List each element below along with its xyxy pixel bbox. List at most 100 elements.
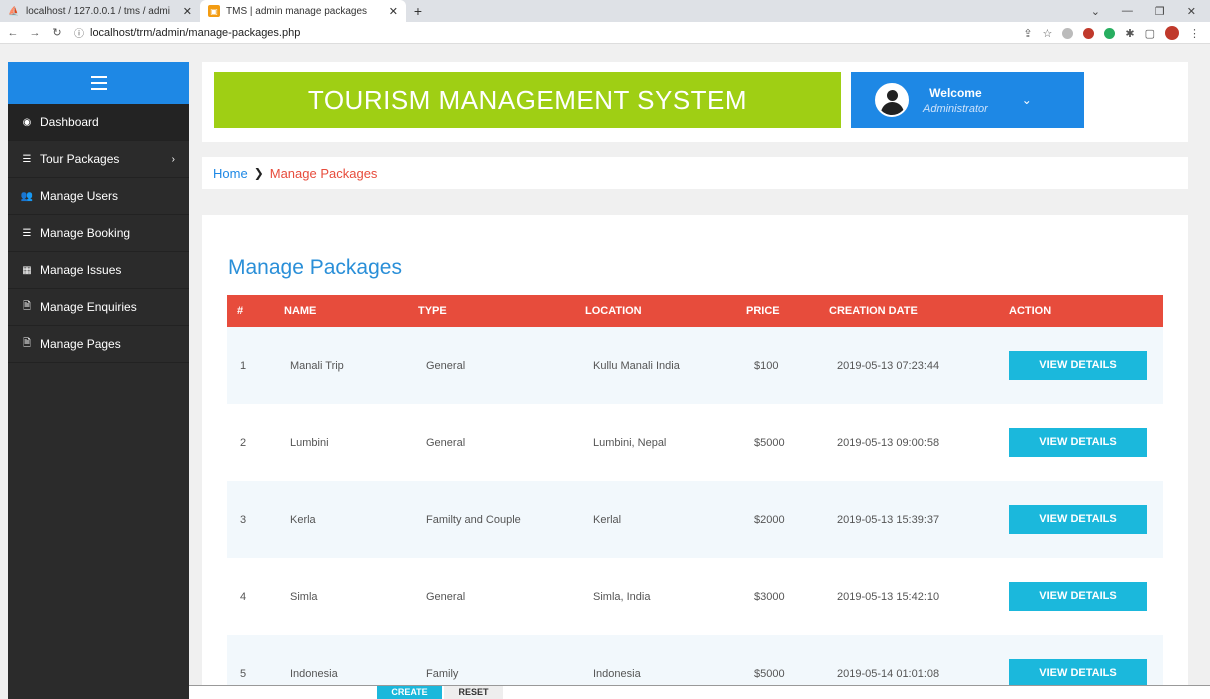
sidebar-item-dashboard[interactable]: ◉ Dashboard — [8, 104, 189, 141]
column-header-location: LOCATION — [585, 305, 642, 317]
cell-id: 4 — [240, 590, 247, 603]
cell-creation-date: 2019-05-13 09:00:58 — [837, 436, 940, 449]
extension-shield-icon[interactable] — [1062, 27, 1074, 39]
page-edge — [0, 685, 8, 699]
sidebar-item-manage-booking[interactable]: ☰ Manage Booking — [8, 215, 189, 252]
cell-type: General — [426, 436, 466, 449]
close-icon[interactable]: ✕ — [183, 5, 192, 18]
cell-location: Kerlal — [593, 513, 622, 526]
browser-tab-tms[interactable]: ▣ TMS | admin manage packages ✕ — [200, 0, 406, 22]
cell-creation-date: 2019-05-13 15:39:37 — [837, 513, 940, 526]
create-button[interactable]: CREATE — [377, 686, 442, 699]
star-icon[interactable]: ☆ — [1043, 27, 1053, 40]
table-icon: ▦ — [22, 264, 32, 276]
browser-tab-bar: ⛵ localhost / 127.0.0.1 / tms / admi ✕ ▣… — [0, 0, 1210, 22]
chevron-down-icon[interactable]: ⌄ — [1022, 93, 1032, 107]
extension-globe-icon[interactable] — [1104, 27, 1116, 39]
dashboard-icon: ◉ — [22, 116, 32, 128]
cell-name: Manali Trip — [290, 359, 344, 372]
user-menu[interactable]: Welcome Administrator ⌄ — [851, 72, 1084, 128]
sidebar-item-manage-pages[interactable]: 🗎 Manage Pages — [8, 326, 189, 363]
table-row: 3 Kerla Familty and Couple Kerlal $2000 … — [227, 481, 1163, 558]
view-details-button[interactable]: VIEW DETAILS — [1009, 582, 1147, 611]
cell-type: General — [426, 590, 466, 603]
puzzle-icon[interactable]: ✱ — [1125, 27, 1134, 40]
sidebar-item-manage-users[interactable]: 👥 Manage Users — [8, 178, 189, 215]
share-icon[interactable]: ⇪ — [1023, 27, 1032, 40]
cell-location: Kullu Manali India — [593, 359, 680, 372]
packages-table: # NAME TYPE LOCATION PRICE CREATION DATE… — [227, 295, 1163, 699]
file-icon: 🗎 — [22, 337, 32, 349]
tab-label: TMS | admin manage packages — [226, 5, 368, 17]
close-icon[interactable]: ✕ — [389, 5, 398, 18]
view-details-button[interactable]: VIEW DETAILS — [1009, 428, 1147, 457]
file-icon: 🗎 — [22, 300, 32, 312]
sidebar-item-manage-issues[interactable]: ▦ Manage Issues — [8, 252, 189, 289]
cell-creation-date: 2019-05-13 15:42:10 — [837, 590, 940, 603]
column-header-creation-date: CREATION DATE — [829, 305, 918, 317]
ublock-icon[interactable] — [1083, 27, 1095, 39]
url-text: localhost/trm/admin/manage-packages.php — [90, 26, 301, 39]
forward-icon[interactable]: → — [26, 27, 44, 39]
sidebar-item-label: Manage Pages — [40, 337, 121, 351]
sidebar-item-label: Manage Enquiries — [40, 300, 137, 314]
avatar-icon — [875, 83, 909, 117]
cell-price: $3000 — [754, 590, 785, 603]
cell-price: $100 — [754, 359, 779, 372]
welcome-text: Welcome — [929, 85, 982, 100]
sidepanel-icon[interactable]: ▢ — [1145, 27, 1155, 40]
cell-type: Familty and Couple — [426, 513, 521, 526]
new-tab-button[interactable]: + — [406, 0, 430, 22]
cell-location: Simla, India — [593, 590, 651, 603]
sidebar-toggle-button[interactable] — [8, 62, 189, 104]
address-bar: ← → ↻ ⓘ localhost/trm/admin/manage-packa… — [0, 22, 1210, 44]
breadcrumb-home-link[interactable]: Home — [213, 166, 248, 181]
main-content: Manage Packages # NAME TYPE LOCATION PRI… — [202, 215, 1188, 699]
chevron-right-icon: ❯ — [253, 166, 264, 180]
view-details-button[interactable]: VIEW DETAILS — [1009, 351, 1147, 380]
list-icon: ☰ — [22, 227, 32, 239]
close-window-icon[interactable]: ✕ — [1187, 5, 1196, 18]
sidebar-item-label: Manage Users — [40, 189, 119, 203]
cell-name: Simla — [290, 590, 318, 603]
cell-price: $2000 — [754, 513, 785, 526]
cell-type: General — [426, 359, 466, 372]
table-row: 2 Lumbini General Lumbini, Nepal $5000 2… — [227, 404, 1163, 481]
cell-location: Lumbini, Nepal — [593, 436, 667, 449]
sidebar-item-manage-enquiries[interactable]: 🗎 Manage Enquiries — [8, 289, 189, 326]
reset-button[interactable]: RESET — [444, 686, 503, 699]
cell-id: 2 — [240, 436, 247, 449]
cell-price: $5000 — [754, 436, 785, 449]
user-greeting: Welcome Administrator — [923, 86, 988, 115]
phpmyadmin-icon: ⛵ — [8, 5, 20, 16]
profile-avatar-icon[interactable] — [1165, 26, 1179, 40]
chevron-right-icon: › — [171, 153, 175, 165]
menu-kebab-icon[interactable]: ⋮ — [1189, 27, 1200, 40]
users-icon: 👥 — [20, 190, 34, 202]
table-row: 1 Manali Trip General Kullu Manali India… — [227, 327, 1163, 404]
sidebar-item-tour-packages[interactable]: ☰ Tour Packages › — [8, 141, 189, 178]
tab-search-icon[interactable]: ⌄ — [1091, 5, 1100, 18]
sidebar-item-label: Manage Issues — [40, 263, 122, 277]
info-icon[interactable]: ⓘ — [74, 25, 84, 40]
site-title-banner: TOURISM MANAGEMENT SYSTEM — [214, 72, 841, 128]
cell-name: Kerla — [290, 513, 316, 526]
header: TOURISM MANAGEMENT SYSTEM Welcome Admini… — [202, 62, 1188, 142]
cell-creation-date: 2019-05-13 07:23:44 — [837, 359, 940, 372]
breadcrumb-current: Manage Packages — [269, 165, 378, 181]
hamburger-icon — [90, 76, 107, 90]
view-details-button[interactable]: VIEW DETAILS — [1009, 659, 1147, 688]
table-header-row: # NAME TYPE LOCATION PRICE CREATION DATE… — [227, 295, 1163, 327]
window-controls: ⌄ — ❐ ✕ — [1091, 0, 1210, 22]
browser-tab-phpmyadmin[interactable]: ⛵ localhost / 127.0.0.1 / tms / admi ✕ — [0, 0, 200, 22]
view-details-button[interactable]: VIEW DETAILS — [1009, 505, 1147, 534]
url-field[interactable]: ⓘ localhost/trm/admin/manage-packages.ph… — [74, 25, 301, 41]
minimize-icon[interactable]: — — [1122, 5, 1133, 17]
reload-icon[interactable]: ↻ — [48, 26, 66, 39]
column-header-type: TYPE — [418, 305, 447, 317]
restore-icon[interactable]: ❐ — [1155, 5, 1165, 18]
back-icon[interactable]: ← — [4, 27, 22, 39]
page-title: Manage Packages — [228, 256, 402, 279]
sidebar-item-label: Dashboard — [40, 115, 99, 129]
breadcrumb: Home ❯ Manage Packages — [202, 157, 1188, 189]
